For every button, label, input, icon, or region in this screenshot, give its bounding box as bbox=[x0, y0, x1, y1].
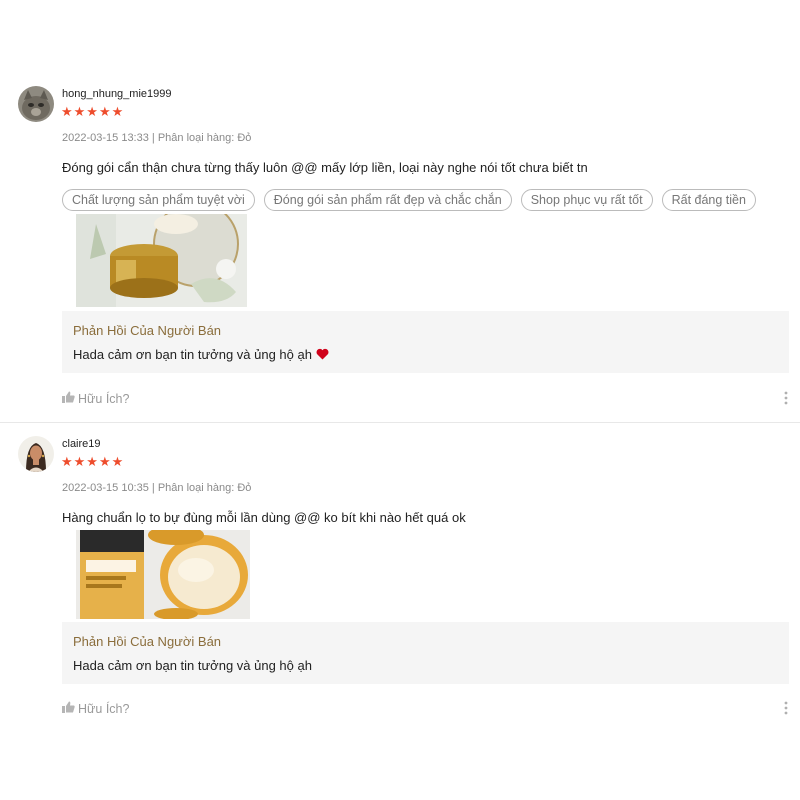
thumbs-up-icon bbox=[62, 391, 75, 406]
review-tag: Rất đáng tiền bbox=[661, 189, 756, 211]
heart-icon bbox=[316, 348, 329, 360]
review-date: 2022-03-15 13:33 bbox=[62, 132, 149, 144]
avatar[interactable] bbox=[18, 436, 54, 472]
variation: Phân loại hàng: Đỏ bbox=[157, 482, 252, 494]
review-date: 2022-03-15 10:35 bbox=[62, 482, 149, 494]
helpful-button[interactable]: Hữu Ích? bbox=[62, 701, 129, 716]
username[interactable]: hong_nhung_mie1999 bbox=[62, 88, 172, 100]
thumbs-up-icon bbox=[62, 701, 75, 716]
seller-reply-text: Hada cảm ơn bạn tin tưởng và ủng hộ ạh bbox=[73, 658, 312, 673]
rating-stars: ★★★★★ bbox=[61, 104, 125, 119]
helpful-label: Hữu Ích? bbox=[78, 701, 130, 716]
review-comment: Đóng gói cẩn thận chưa từng thấy luôn @@… bbox=[62, 160, 588, 175]
review-comment: Hàng chuẩn lọ to bự đùng mỗi lần dùng @@… bbox=[62, 510, 466, 525]
helpful-button[interactable]: Hữu Ích? bbox=[62, 391, 129, 406]
more-vertical-icon[interactable] bbox=[782, 391, 790, 405]
review-tag: Shop phục vụ rất tốt bbox=[520, 189, 653, 211]
seller-reply-text: Hada cảm ơn bạn tin tưởng và ủng hộ ạh bbox=[73, 347, 329, 362]
seller-reply-title: Phản Hồi Của Người Bán bbox=[73, 323, 222, 338]
review-meta: 2022-03-15 10:35 | Phân loại hàng: Đỏ bbox=[62, 482, 251, 494]
username[interactable]: claire19 bbox=[62, 438, 101, 450]
variation: Phân loại hàng: Đỏ bbox=[157, 132, 252, 144]
review-divider bbox=[0, 422, 800, 423]
review-tags: Chất lượng sản phẩm tuyệt vời Đóng gói s… bbox=[62, 189, 756, 211]
seller-reply-message: Hada cảm ơn bạn tin tưởng và ủng hộ ạh bbox=[73, 347, 312, 362]
review-meta: 2022-03-15 13:33 | Phân loại hàng: Đỏ bbox=[62, 132, 251, 144]
rating-stars: ★★★★★ bbox=[61, 454, 125, 469]
seller-reply-title: Phản Hồi Của Người Bán bbox=[73, 634, 222, 649]
seller-reply: Phản Hồi Của Người Bán Hada cảm ơn bạn t… bbox=[62, 622, 789, 684]
review-photo[interactable] bbox=[76, 530, 250, 619]
seller-reply: Phản Hồi Của Người Bán Hada cảm ơn bạn t… bbox=[62, 311, 789, 373]
review-photo[interactable] bbox=[76, 214, 247, 307]
review-tag: Đóng gói sản phẩm rất đẹp và chắc chắn bbox=[263, 189, 512, 211]
review-tag: Chất lượng sản phẩm tuyệt vời bbox=[62, 189, 255, 211]
helpful-label: Hữu Ích? bbox=[78, 391, 130, 406]
avatar[interactable] bbox=[18, 86, 54, 122]
more-vertical-icon[interactable] bbox=[782, 701, 790, 715]
